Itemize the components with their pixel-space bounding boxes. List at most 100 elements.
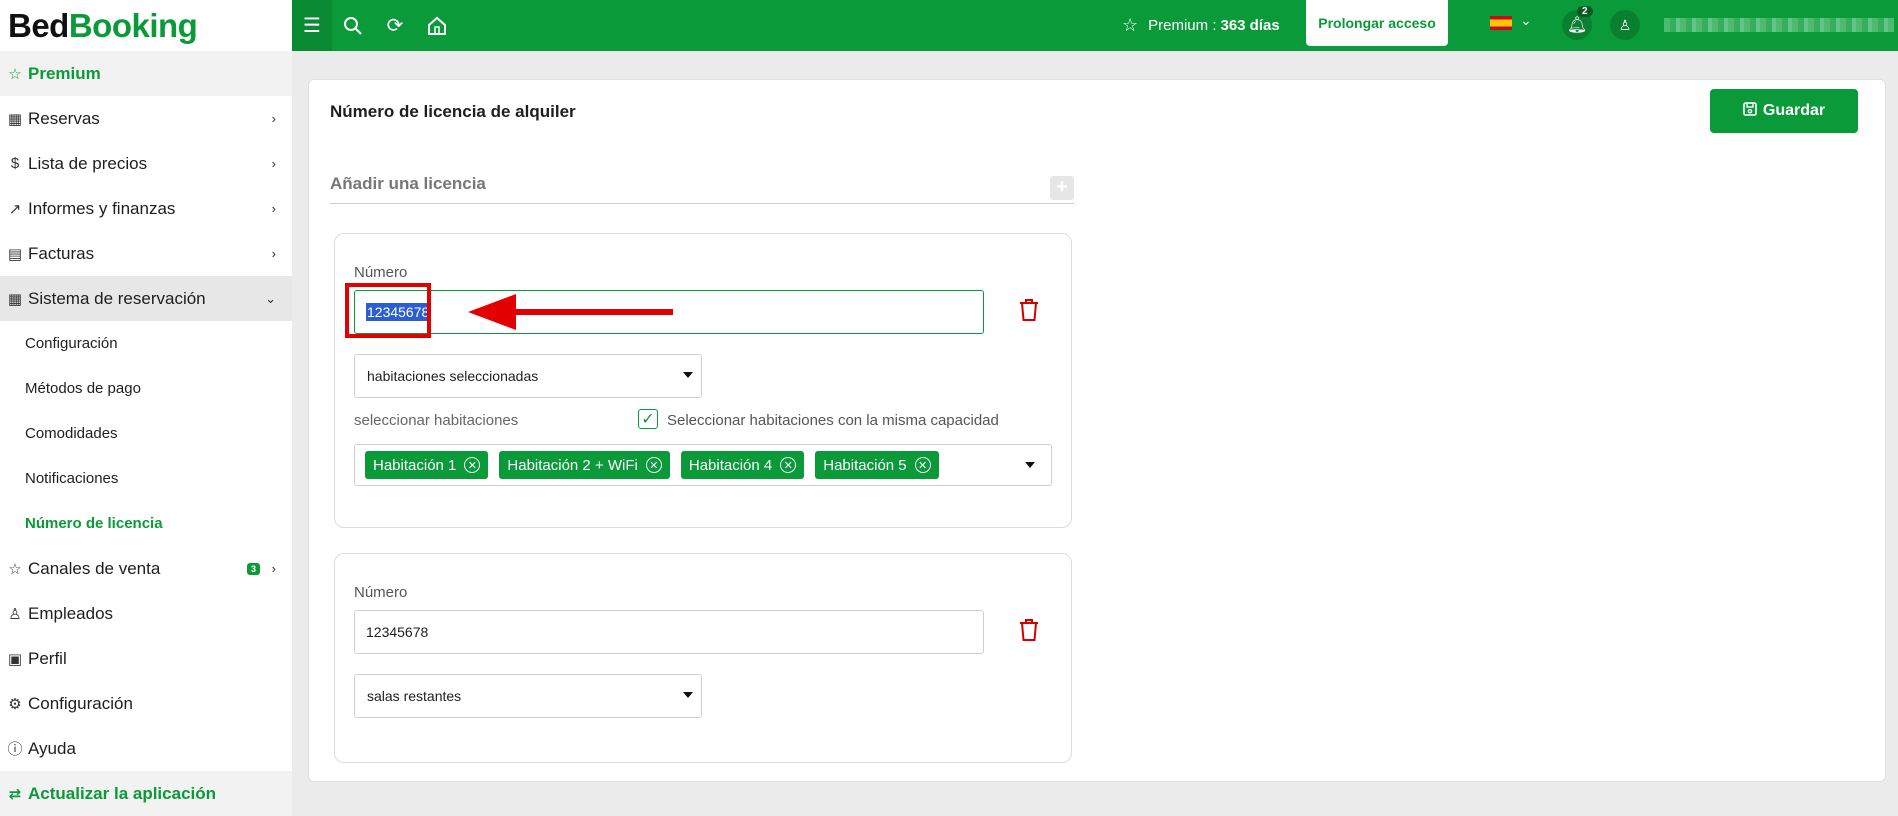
user-name-blurred[interactable] (1664, 18, 1894, 32)
close-circle-icon[interactable]: ✕ (464, 457, 481, 473)
sidebar-item-label: Configuración (28, 693, 133, 713)
license-scope-select[interactable]: salas restantes (354, 674, 702, 718)
logo-text-booking: Booking (68, 6, 198, 44)
room-tag-label: Habitación 5 (823, 456, 907, 474)
caret-down-icon[interactable] (1025, 462, 1035, 468)
room-tag: Habitación 5 ✕ (815, 451, 939, 479)
close-circle-icon[interactable]: ✕ (780, 457, 797, 473)
sidebar-item-label: Notificaciones (25, 470, 119, 487)
save-button[interactable]: Guardar (1710, 89, 1858, 133)
sidebar-item-label: Empleados (28, 603, 114, 623)
same-capacity-label: Seleccionar habitaciones con la misma ca… (667, 412, 999, 429)
sidebar: Bed Booking ☆ Premium ▦ Reservas › $ List… (0, 0, 292, 816)
grid-icon: ▦ (7, 290, 23, 308)
license-number-value: 12345678 (366, 624, 429, 640)
annotation-highlight-box (345, 283, 431, 338)
star-icon: ☆ (8, 65, 22, 83)
gear-icon: ⚙ (8, 695, 22, 713)
sidebar-subitem-configuracion[interactable]: Configuración (0, 321, 292, 366)
trash-icon[interactable] (1019, 298, 1039, 322)
refresh-icon: ⇄ (8, 785, 22, 803)
chevron-right-icon: › (271, 561, 276, 576)
sidebar-item-label: Configuración (25, 335, 118, 352)
license-scope-select[interactable]: habitaciones seleccionadas (354, 354, 702, 398)
app-logo[interactable]: Bed Booking (0, 0, 292, 51)
add-license-label: Añadir una licencia (330, 174, 486, 193)
sidebar-item-actualizar[interactable]: ⇄ Actualizar la aplicación (0, 771, 292, 816)
sidebar-subitem-numero-licencia[interactable]: Número de licencia (0, 501, 292, 546)
chevron-right-icon: › (271, 246, 276, 261)
sidebar-item-label: Número de licencia (25, 515, 163, 532)
sidebar-item-label: Ayuda (28, 738, 76, 758)
room-tag-label: Habitación 4 (688, 456, 773, 474)
close-circle-icon[interactable]: ✕ (914, 457, 931, 473)
room-tag: Habitación 2 + WiFi ✕ (499, 451, 670, 479)
floppy-disk-icon (1743, 101, 1757, 121)
sidebar-item-label: Comodidades (25, 425, 118, 442)
hamburger-menu-icon[interactable]: ☰ (292, 0, 332, 51)
sidebar-item-ayuda[interactable]: ⓘ Ayuda (0, 726, 292, 771)
license-scope-value: habitaciones seleccionadas (367, 368, 539, 384)
home-icon[interactable] (416, 16, 458, 36)
room-tag: Habitación 4 ✕ (680, 451, 805, 479)
chevron-right-icon: › (271, 156, 276, 171)
sidebar-subitem-metodos-pago[interactable]: Métodos de pago (0, 366, 292, 411)
license-block: Número 12345678 habitaciones seleccionad… (334, 233, 1072, 528)
chevron-down-icon[interactable]: ⌄ (1520, 12, 1532, 29)
info-icon: ⓘ (7, 741, 23, 758)
sidebar-item-label: Sistema de reservación (28, 288, 206, 308)
add-license-button[interactable]: + (1050, 176, 1074, 200)
user-plus-icon: ♙ (8, 605, 22, 623)
sidebar-item-label: Perfil (28, 648, 67, 668)
sidebar-item-configuracion[interactable]: ⚙ Configuración (0, 681, 292, 726)
spain-flag-icon[interactable] (1490, 16, 1512, 30)
sidebar-item-empleados[interactable]: ♙ Empleados (0, 591, 292, 636)
chevron-right-icon: › (271, 111, 276, 126)
same-capacity-checkbox[interactable]: ✓ (638, 409, 658, 429)
sidebar-item-sistema-reservacion[interactable]: ▦ Sistema de reservación ⌄ (0, 276, 292, 321)
license-block: Número 12345678 salas restantes (334, 553, 1072, 763)
sidebar-item-lista-precios[interactable]: $ Lista de precios › (0, 141, 292, 186)
sidebar-item-label: Actualizar la aplicación (28, 783, 217, 803)
search-icon[interactable] (332, 16, 374, 36)
rooms-multiselect[interactable]: Habitación 1 ✕ Habitación 2 + WiFi ✕ Hab… (354, 444, 1052, 486)
sidebar-nav: ☆ Premium ▦ Reservas › $ Lista de precio… (0, 51, 292, 816)
sidebar-item-canales-venta[interactable]: ☆ Canales de venta 3 › (0, 546, 292, 591)
caret-down-icon (683, 372, 693, 378)
star-icon: ☆ (1122, 15, 1139, 35)
trash-icon[interactable] (1019, 618, 1039, 642)
chevron-down-icon: ⌄ (265, 290, 276, 306)
annotation-arrow-icon (468, 294, 673, 330)
sidebar-item-informes[interactable]: ↗ Informes y finanzas › (0, 186, 292, 231)
caret-down-icon (683, 692, 693, 698)
sidebar-item-label: Métodos de pago (25, 380, 141, 397)
sidebar-item-facturas[interactable]: ▤ Facturas › (0, 231, 292, 276)
license-number-input[interactable]: 12345678 (354, 610, 984, 654)
sidebar-item-perfil[interactable]: ▣ Perfil (0, 636, 292, 681)
logo-text-bed: Bed (8, 6, 69, 44)
license-scope-value: salas restantes (367, 688, 462, 704)
top-bar: ☰ ⟳ ☆ Premium : 363 días Prolongar acces… (292, 0, 1898, 51)
select-rooms-label: seleccionar habitaciones (354, 412, 519, 429)
briefcase-icon: ▣ (7, 650, 23, 668)
star-icon: ☆ (8, 560, 22, 578)
premium-label: Premium : (1148, 17, 1217, 34)
premium-status: ☆ Premium : 363 días (1122, 0, 1280, 51)
sidebar-item-label: Reservas (28, 108, 100, 128)
add-license-row: Añadir una licencia + (330, 174, 1074, 204)
sidebar-item-label: Lista de precios (28, 153, 148, 173)
chevron-right-icon: › (271, 201, 276, 216)
sidebar-item-premium[interactable]: ☆ Premium (0, 51, 292, 96)
license-number-label: Número (354, 264, 408, 281)
notification-count-badge: 2 (1577, 6, 1593, 17)
user-avatar-icon[interactable]: ♙ (1610, 10, 1640, 40)
prolong-access-button[interactable]: Prolongar acceso (1306, 0, 1448, 46)
close-circle-icon[interactable]: ✕ (645, 457, 662, 473)
save-button-label: Guardar (1762, 102, 1826, 119)
sidebar-subitem-comodidades[interactable]: Comodidades (0, 411, 292, 456)
sidebar-subitem-notificaciones[interactable]: Notificaciones (0, 456, 292, 501)
dollar-icon: $ (10, 155, 20, 172)
sidebar-item-reservas[interactable]: ▦ Reservas › (0, 96, 292, 141)
refresh-icon[interactable]: ⟳ (374, 13, 416, 38)
premium-days: 363 días (1220, 17, 1280, 34)
